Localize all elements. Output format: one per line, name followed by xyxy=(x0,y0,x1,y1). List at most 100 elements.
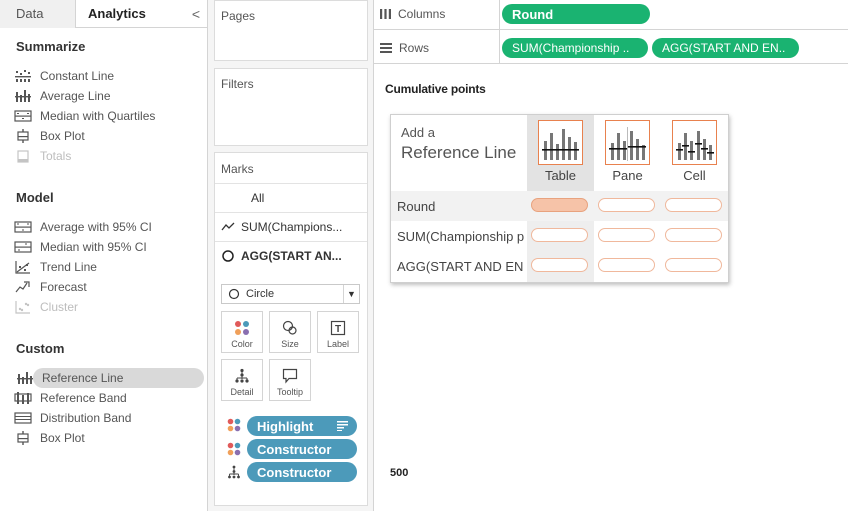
constructor-color-pill[interactable]: Constructor xyxy=(247,439,357,459)
analytics-item-reference-band[interactable]: Reference Band xyxy=(14,388,127,408)
average-ci-icon xyxy=(14,221,32,233)
trend-line-icon xyxy=(15,261,30,274)
label-button[interactable]: T Label xyxy=(317,311,359,353)
drop-target-table-agg[interactable] xyxy=(531,258,588,272)
svg-text:T: T xyxy=(335,324,341,335)
marks-tab-label: AGG(START AN... xyxy=(241,249,342,263)
analytics-item-forecast[interactable]: Forecast xyxy=(14,277,87,297)
scope-label: Table xyxy=(544,168,577,183)
popup-row-label: SUM(Championship p xyxy=(397,229,525,244)
mark-type-value: Circle xyxy=(246,288,275,300)
pane-tabs: Data Analytics < xyxy=(0,0,207,28)
color-button-label: Color xyxy=(231,339,253,349)
analytics-item-label: Box Plot xyxy=(40,129,85,143)
scope-pane[interactable]: Pane xyxy=(594,115,661,191)
popup-row-agg-start: AGG(START AND EN xyxy=(391,251,728,281)
size-button[interactable]: Size xyxy=(269,311,311,353)
marks-card: Marks All SUM(Champions... AGG(START AN.… xyxy=(214,152,368,506)
analytics-item-trend-line[interactable]: Trend Line xyxy=(14,257,97,277)
columns-shelf-label: Columns xyxy=(380,1,445,27)
section-title-model: Model xyxy=(16,190,54,205)
highlight-toggle-icon[interactable] xyxy=(337,421,348,431)
reference-band-icon xyxy=(14,392,32,404)
pill-label: Constructor xyxy=(257,441,332,457)
axis-value: 500 xyxy=(390,467,409,479)
drop-target-cell-round[interactable] xyxy=(665,198,722,212)
analytics-item-median-quartiles[interactable]: Median with Quartiles xyxy=(14,106,155,126)
cluster-icon xyxy=(15,301,30,314)
tab-analytics[interactable]: Analytics xyxy=(76,0,185,28)
add-reference-line-popup: Add a Reference Line Table Pane Cell Rou… xyxy=(390,114,729,283)
distribution-band-icon xyxy=(14,412,32,424)
constructor-detail-pill[interactable]: Constructor xyxy=(247,462,357,482)
label-icon: T xyxy=(330,320,346,336)
analytics-item-label: Totals xyxy=(40,149,72,163)
marks-tab-agg-start[interactable]: AGG(START AN... xyxy=(215,241,367,270)
box-plot-icon xyxy=(17,129,29,143)
line-mark-icon xyxy=(221,222,235,231)
analytics-item-label: Trend Line xyxy=(40,260,97,274)
pages-shelf[interactable]: Pages xyxy=(214,0,368,61)
analytics-item-constant-line[interactable]: Constant Line xyxy=(14,66,114,86)
detail-button[interactable]: Detail xyxy=(221,359,263,401)
median-ci-icon xyxy=(14,241,32,253)
analytics-item-median-ci[interactable]: Median with 95% CI xyxy=(14,237,147,257)
drop-target-cell-sum[interactable] xyxy=(665,228,722,242)
analytics-item-distribution-band[interactable]: Distribution Band xyxy=(14,408,131,428)
analytics-pane: Data Analytics < Summarize Constant Line… xyxy=(0,0,208,511)
drop-target-pane-agg[interactable] xyxy=(598,258,655,272)
circle-mark-icon xyxy=(228,288,240,300)
scope-table[interactable]: Table xyxy=(527,115,594,191)
marks-tab-all[interactable]: All xyxy=(215,183,367,212)
shelves-column: Pages Filters Marks All SUM(Champions...… xyxy=(208,0,374,511)
mark-type-select[interactable]: Circle ▼ xyxy=(221,284,360,304)
rows-pill-agg-start[interactable]: AGG(START AND EN.. xyxy=(652,38,799,58)
pill-label: SUM(Championship .. xyxy=(512,41,630,55)
analytics-item-label: Reference Band xyxy=(40,391,127,405)
analytics-item-box-plot[interactable]: Box Plot xyxy=(14,126,85,146)
analytics-item-label: Box Plot xyxy=(40,431,85,445)
color-button[interactable]: Color xyxy=(221,311,263,353)
drop-target-table-round[interactable] xyxy=(531,198,588,212)
chevron-down-icon: ▼ xyxy=(343,285,359,303)
constant-line-icon xyxy=(15,70,31,82)
drop-target-cell-agg[interactable] xyxy=(665,258,722,272)
drop-target-pane-round[interactable] xyxy=(598,198,655,212)
pill-label: Constructor xyxy=(257,464,332,480)
analytics-item-label: Constant Line xyxy=(40,69,115,83)
analytics-item-reference-line[interactable]: Reference Line xyxy=(33,368,204,388)
analytics-item-totals: Totals xyxy=(14,146,71,166)
analytics-item-average-line[interactable]: Average Line xyxy=(14,86,111,106)
scope-label: Cell xyxy=(683,168,706,183)
columns-icon xyxy=(380,9,391,19)
detail-button-label: Detail xyxy=(230,387,254,397)
totals-icon xyxy=(17,150,29,163)
filters-shelf[interactable]: Filters xyxy=(214,68,368,146)
popup-row-round: Round xyxy=(391,191,728,221)
analytics-item-label: Cluster xyxy=(40,300,79,314)
drop-target-table-sum[interactable] xyxy=(531,228,588,242)
tooltip-icon xyxy=(282,368,298,384)
collapse-pane-icon[interactable]: < xyxy=(185,0,207,28)
tab-data[interactable]: Data xyxy=(0,0,76,28)
label-button-label: Label xyxy=(326,339,350,349)
highlight-pill[interactable]: Highlight xyxy=(247,416,357,436)
columns-pill-round[interactable]: Round xyxy=(502,4,650,24)
tooltip-button[interactable]: Tooltip xyxy=(269,359,311,401)
analytics-item-average-ci[interactable]: Average with 95% CI xyxy=(14,217,152,237)
analytics-item-label: Median with 95% CI xyxy=(40,240,147,254)
view-title: Cumulative points xyxy=(385,82,486,96)
analytics-item-cluster: Cluster xyxy=(14,297,78,317)
marks-card-title: Marks xyxy=(221,162,254,176)
size-icon xyxy=(282,320,297,335)
analytics-item-label: Reference Line xyxy=(42,371,124,385)
rows-pill-sum-championship[interactable]: SUM(Championship .. xyxy=(502,38,648,58)
reference-line-icon xyxy=(17,372,33,384)
scope-cell[interactable]: Cell xyxy=(661,115,728,191)
drop-target-pane-sum[interactable] xyxy=(598,228,655,242)
table-scope-icon xyxy=(542,129,579,160)
analytics-item-box-plot-custom[interactable]: Box Plot xyxy=(14,428,85,448)
analytics-item-label: Average with 95% CI xyxy=(40,220,152,234)
detail-icon xyxy=(235,368,249,383)
marks-tab-sum-championship[interactable]: SUM(Champions... xyxy=(215,212,367,241)
